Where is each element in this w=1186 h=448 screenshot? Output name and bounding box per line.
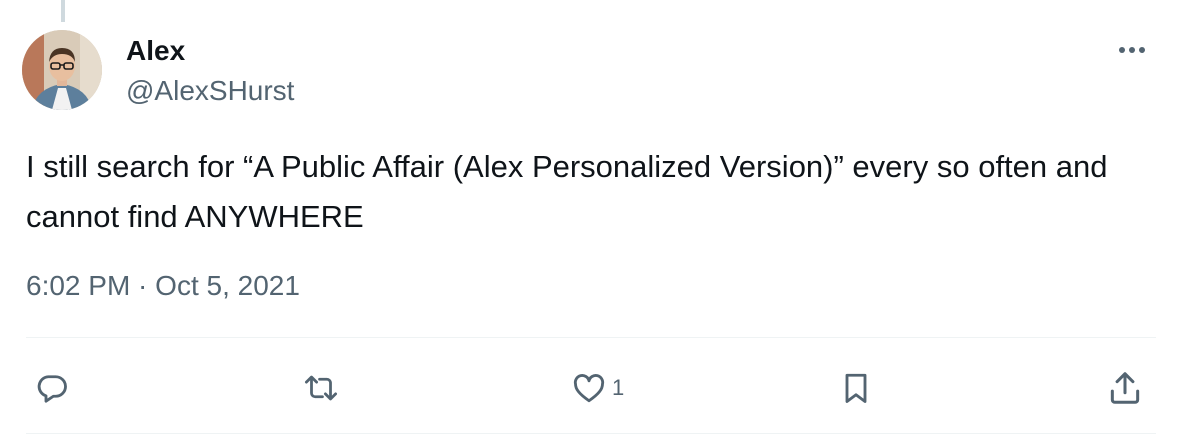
thread-connector-line [61, 0, 65, 22]
bookmark-button[interactable] [838, 364, 874, 412]
retweet-icon [304, 375, 338, 401]
bookmark-icon [845, 373, 867, 403]
author-display-name[interactable]: Alex [126, 34, 185, 68]
retweet-button[interactable] [302, 364, 340, 412]
divider [26, 337, 1156, 338]
heart-icon [573, 374, 605, 403]
author-handle[interactable]: @AlexSHurst [126, 74, 294, 108]
like-button[interactable]: 1 [570, 364, 624, 412]
more-options-button[interactable] [1110, 30, 1154, 70]
tweet-timestamp[interactable]: 6:02 PM · Oct 5, 2021 [26, 268, 300, 304]
avatar[interactable] [22, 30, 102, 110]
reply-button[interactable] [34, 364, 70, 412]
divider [26, 433, 1156, 434]
avatar-photo [22, 30, 102, 110]
share-button[interactable] [1106, 364, 1144, 412]
tweet-text: I still search for “A Public Affair (Ale… [26, 149, 1108, 234]
like-count: 1 [612, 375, 625, 400]
more-horizontal-icon [1119, 47, 1145, 53]
reply-bubble-icon [37, 375, 67, 403]
share-upload-icon [1110, 372, 1140, 404]
